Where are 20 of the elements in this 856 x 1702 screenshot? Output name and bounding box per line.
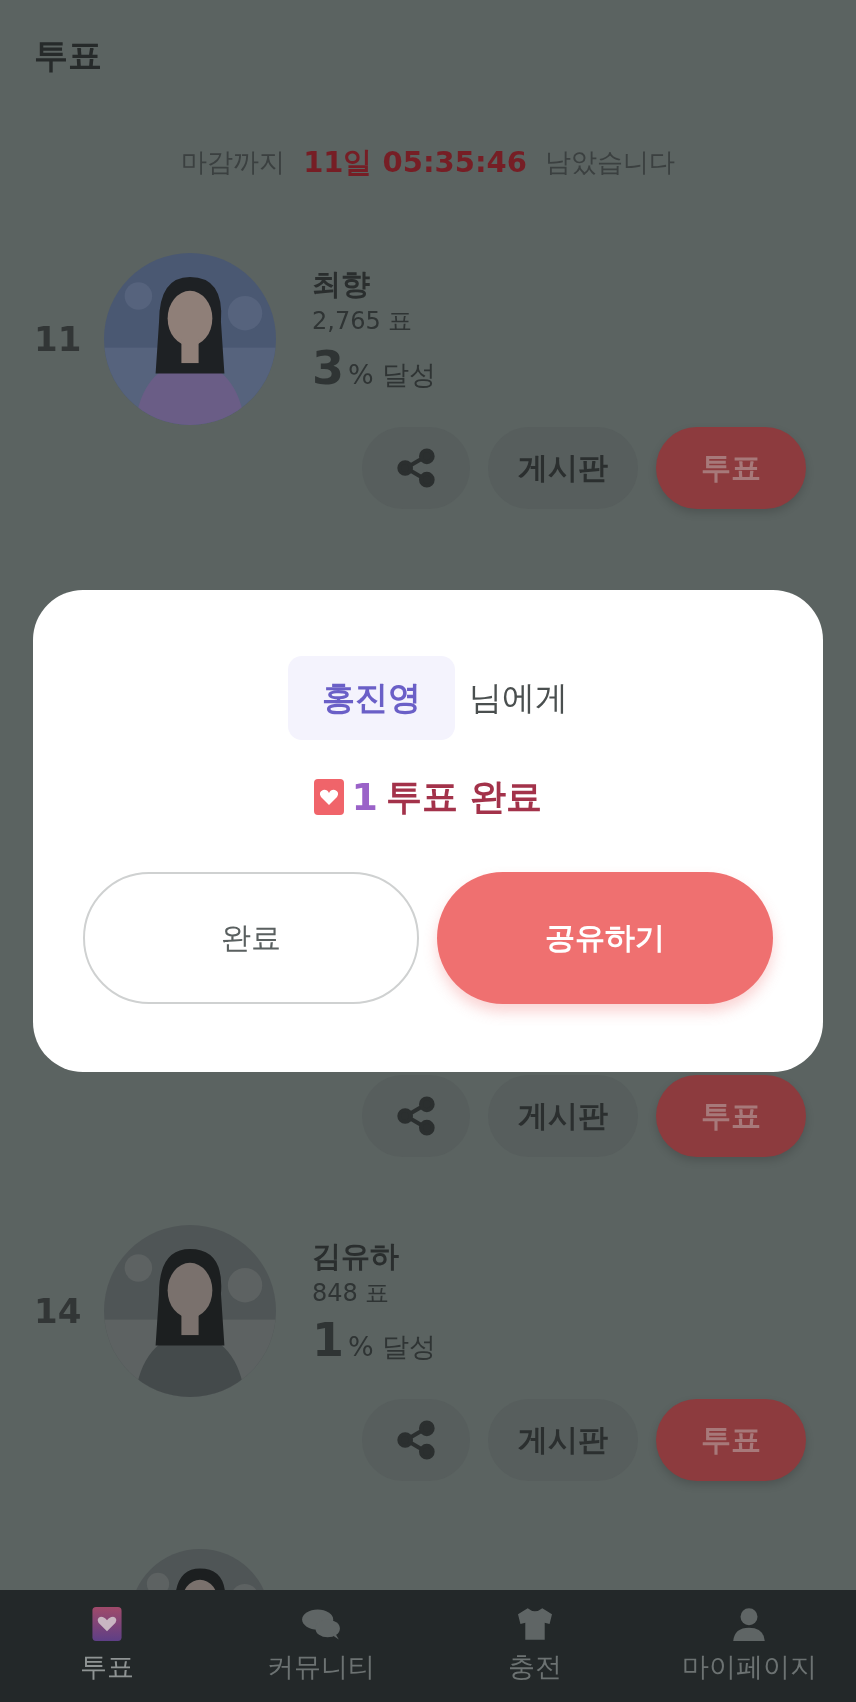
- countdown-time: 11일 05:35:46: [303, 144, 527, 180]
- vote-button[interactable]: 투표: [656, 1399, 806, 1481]
- chat-icon: [301, 1607, 341, 1641]
- done-button[interactable]: 완료: [83, 872, 419, 1004]
- share-icon: [396, 1420, 436, 1460]
- nav-tab[interactable]: 충전: [428, 1590, 642, 1702]
- recipient-suffix: 님에게: [469, 676, 568, 719]
- shirt-icon: [515, 1607, 555, 1641]
- nav-tab[interactable]: 마이페이지: [642, 1590, 856, 1702]
- vote-result: 투표 완료: [385, 774, 543, 819]
- page-title: 투표: [34, 34, 103, 77]
- nav-tab[interactable]: 투표: [0, 1590, 214, 1702]
- share-icon: [396, 1096, 436, 1136]
- nav-tab[interactable]: 커뮤니티: [214, 1590, 428, 1702]
- share-icon: [396, 448, 436, 488]
- share-button[interactable]: 공유하기: [437, 872, 773, 1004]
- vote-button[interactable]: 투표: [656, 427, 806, 509]
- vote-number: 1: [351, 775, 378, 819]
- recipient-name: 홍진영: [288, 656, 455, 740]
- vote-button[interactable]: 투표: [656, 1075, 806, 1157]
